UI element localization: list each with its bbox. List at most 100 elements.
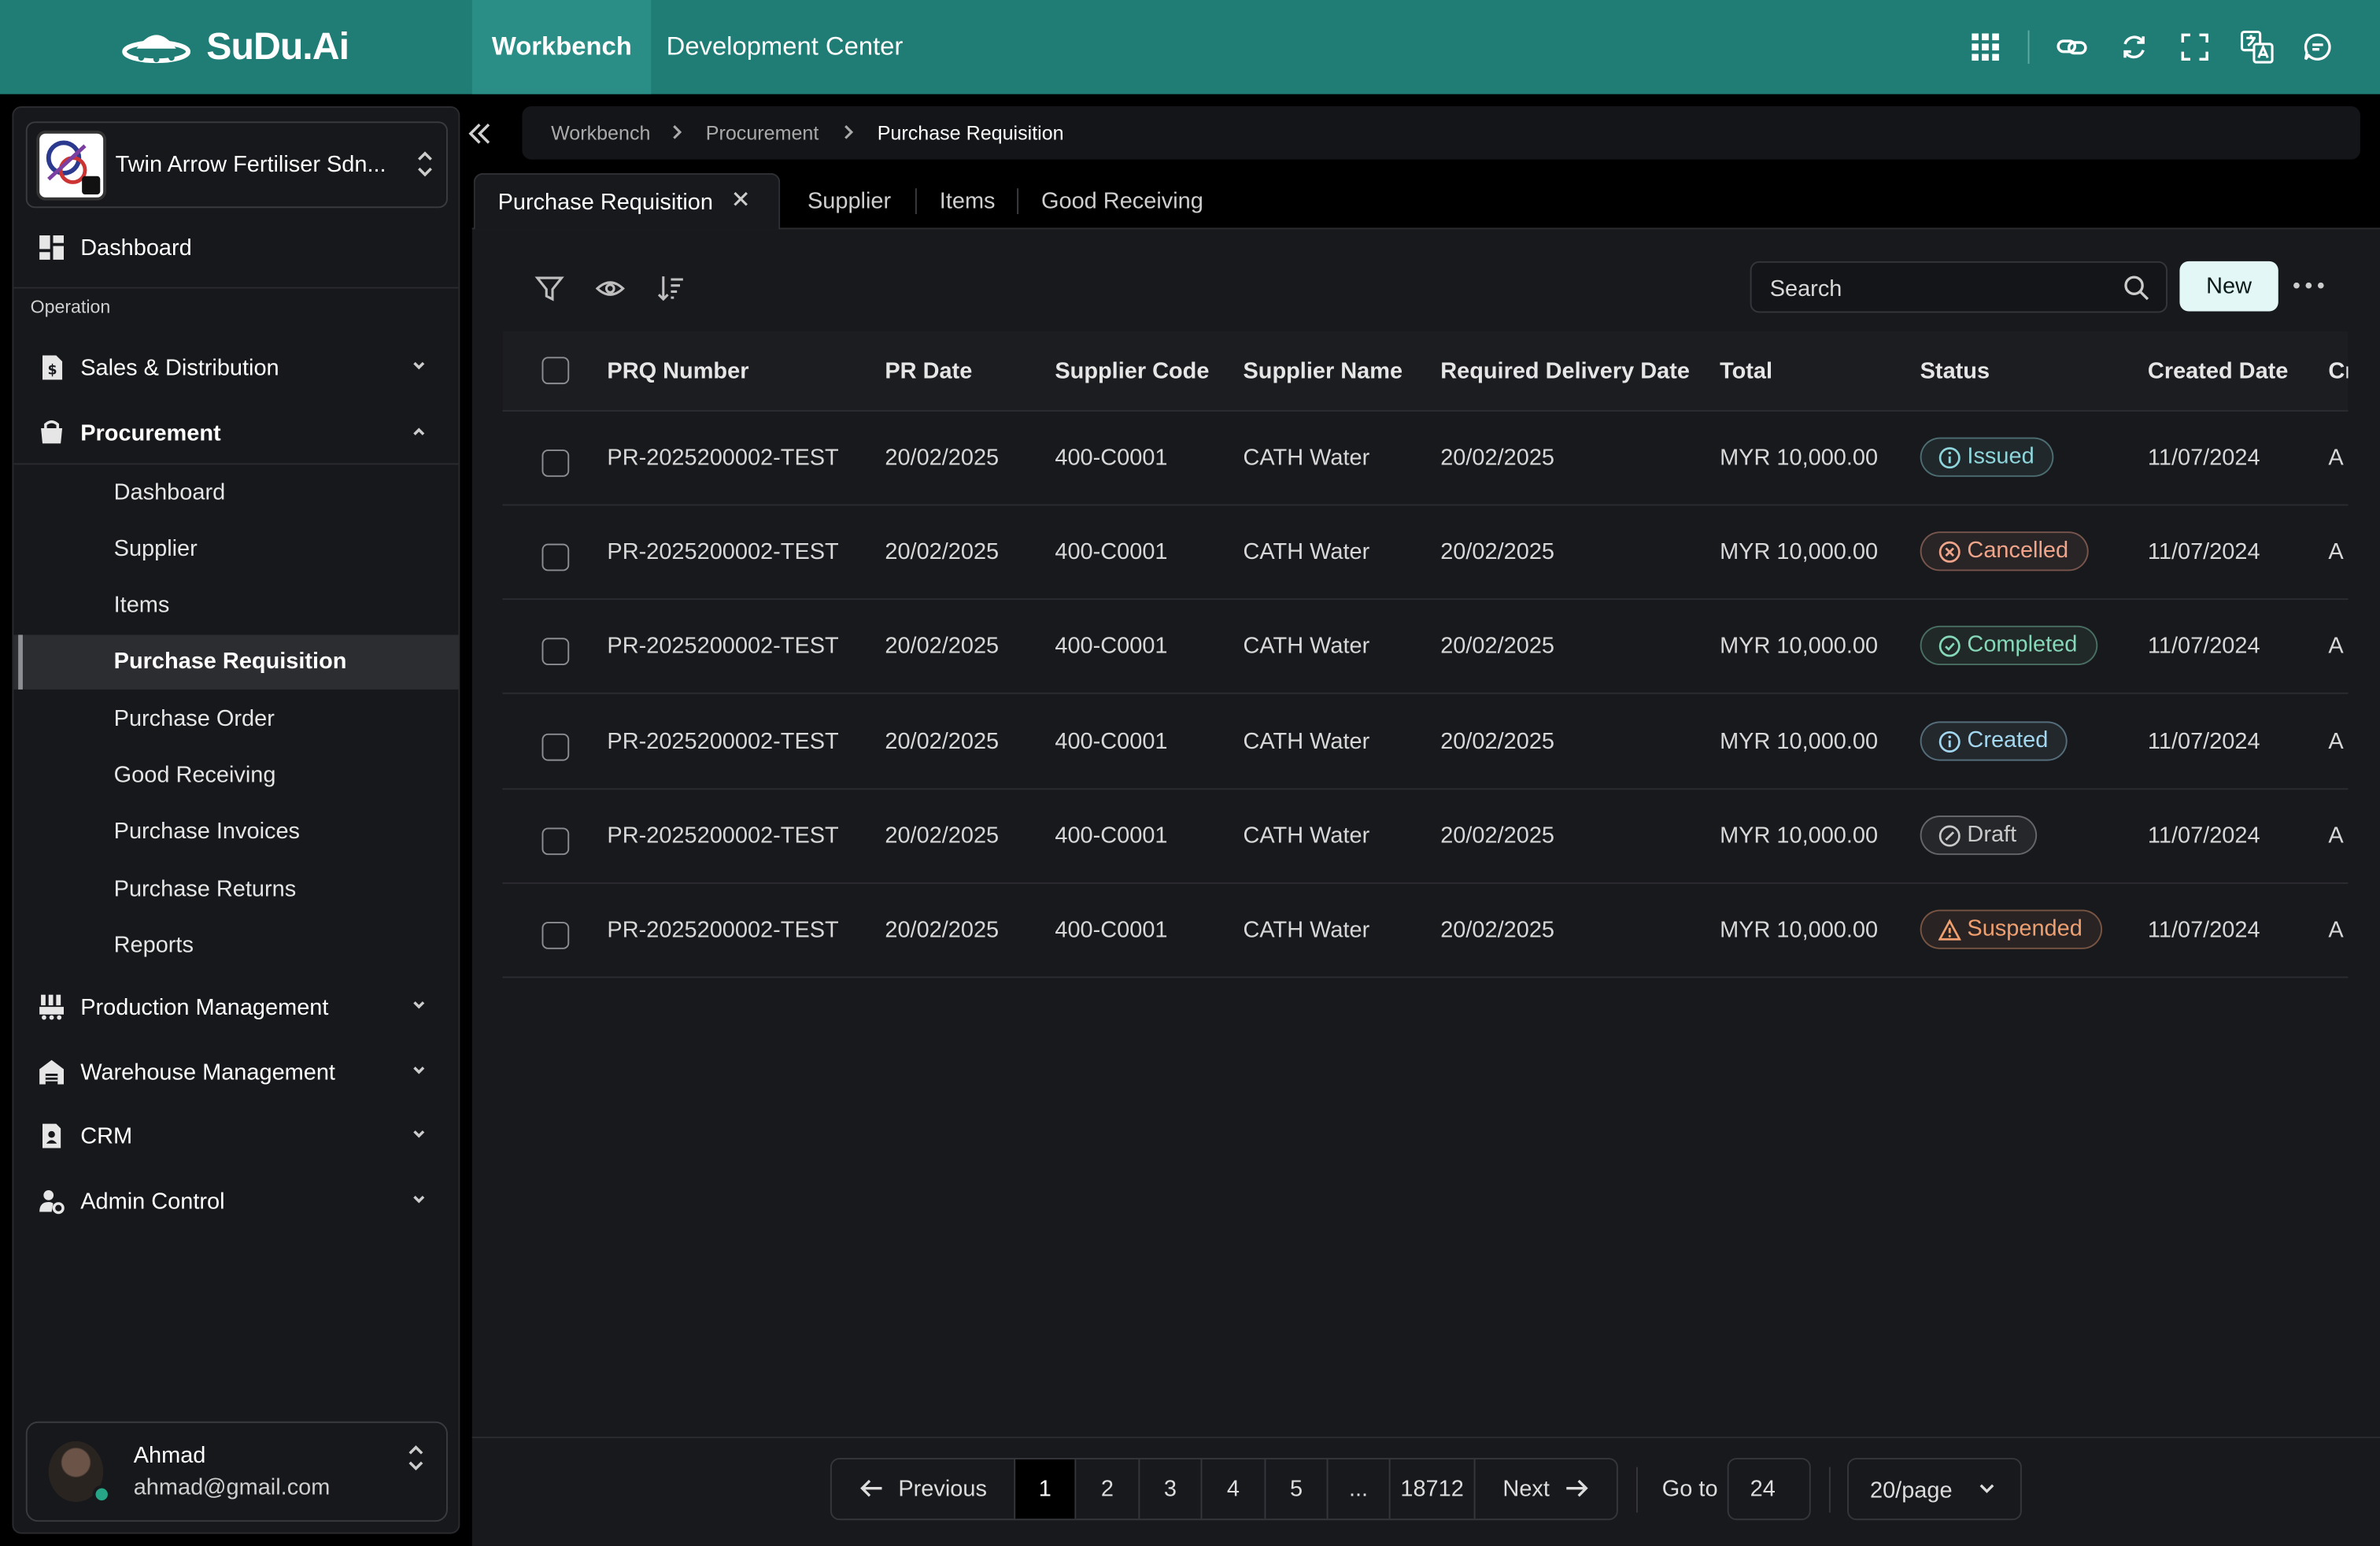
page-button-4[interactable]: 4: [1202, 1459, 1266, 1519]
column-header-required-delivery-date[interactable]: Required Delivery Date: [1440, 358, 1690, 384]
subitem-label: Items: [113, 592, 170, 619]
sort-icon[interactable]: [656, 273, 686, 304]
page-ellipsis[interactable]: ...: [1328, 1459, 1391, 1519]
page-button-2[interactable]: 2: [1076, 1459, 1140, 1519]
pr-date-cell: 20/02/2025: [885, 539, 1000, 566]
sidebar-subitem-items[interactable]: Items: [13, 579, 458, 633]
supplier-code-cell: 400-C0001: [1055, 728, 1168, 755]
row-checkbox[interactable]: [541, 733, 570, 760]
eye-icon[interactable]: [595, 273, 626, 304]
row-checkbox[interactable]: [541, 827, 570, 855]
sidebar-item-production-management[interactable]: Production Management: [13, 979, 458, 1034]
sidebar-subitem-good-receiving[interactable]: Good Receiving: [13, 749, 458, 803]
filter-icon[interactable]: [534, 273, 565, 304]
table-row[interactable]: PR-2025200002-TEST 20/02/2025 400-C0001 CAT…: [502, 506, 2349, 601]
next-page-button[interactable]: Next: [1476, 1459, 1617, 1518]
breadcrumb-item[interactable]: Workbench: [551, 121, 650, 144]
more-options-icon[interactable]: [2292, 270, 2328, 301]
chat-icon[interactable]: [2300, 29, 2336, 65]
sidebar-subitem-purchase-returns[interactable]: Purchase Returns: [13, 863, 458, 917]
breadcrumb-item[interactable]: Procurement: [706, 121, 819, 144]
table-row[interactable]: PR-2025200002-TEST 20/02/2025 400-C0001 CAT…: [502, 695, 2349, 790]
prq-number-cell: PR-2025200002-TEST: [607, 728, 839, 755]
sidebar-item-dashboard[interactable]: Dashboard: [13, 220, 458, 275]
column-header-created-by[interactable]: Cr: [2328, 358, 2348, 384]
sidebar-item-warehouse-management[interactable]: Warehouse Management: [13, 1045, 458, 1099]
column-header-supplier-code[interactable]: Supplier Code: [1055, 358, 1209, 384]
refresh-icon[interactable]: [2116, 29, 2152, 65]
goto-page-input[interactable]: [1727, 1458, 1811, 1521]
new-button[interactable]: New: [2179, 261, 2278, 312]
page-button-5[interactable]: 5: [1266, 1459, 1329, 1519]
supplier-code-cell: 400-C0001: [1055, 539, 1168, 566]
sidebar-item-sales-distribution[interactable]: $ Sales & Distribution: [13, 340, 458, 394]
table-row[interactable]: PR-2025200002-TEST 20/02/2025 400-C0001 CAT…: [502, 790, 2349, 884]
page-button-1[interactable]: 1: [1015, 1459, 1077, 1519]
chevron-down-icon: [413, 1067, 425, 1074]
chevron-up-down-icon: [408, 1445, 423, 1471]
column-header-status[interactable]: Status: [1920, 358, 1990, 384]
created-date-cell: 11/07/2024: [2147, 823, 2260, 849]
supplier-name-cell: CATH Water: [1243, 917, 1370, 944]
column-header-supplier-name[interactable]: Supplier Name: [1243, 358, 1402, 384]
collapse-sidebar-button[interactable]: [464, 118, 497, 151]
warehouse-icon: [39, 1060, 64, 1085]
page-button-last[interactable]: 18712: [1391, 1459, 1476, 1519]
table-row[interactable]: PR-2025200002-TEST 20/02/2025 400-C0001 CAT…: [502, 412, 2349, 506]
prq-number-cell: PR-2025200002-TEST: [607, 445, 839, 472]
user-profile[interactable]: Ahmad ahmad@gmail.com: [25, 1421, 448, 1522]
sidebar-subitem-dashboard[interactable]: Dashboard: [13, 466, 458, 520]
page-button-3[interactable]: 3: [1140, 1459, 1203, 1519]
column-header-created-date[interactable]: Created Date: [2148, 358, 2288, 384]
sidebar-item-crm[interactable]: CRM: [13, 1108, 458, 1163]
nav-tab-workbench[interactable]: Workbench: [471, 0, 652, 94]
prq-number-cell: PR-2025200002-TEST: [607, 917, 839, 944]
sidebar-subitem-reports[interactable]: Reports: [13, 919, 458, 973]
column-header-total[interactable]: Total: [1720, 358, 1772, 384]
page-size-select[interactable]: 20/page: [1847, 1458, 2022, 1521]
tab-separator: [915, 188, 917, 215]
created-by-cell: A: [2328, 445, 2344, 472]
prq-number-cell: PR-2025200002-TEST: [607, 823, 839, 849]
sidebar-subitem-purchase-invoices[interactable]: Purchase Invoices: [13, 805, 458, 860]
search-icon[interactable]: [2123, 275, 2149, 301]
tab-purchase-requisition[interactable]: Purchase Requisition: [473, 172, 781, 230]
sidebar-item-label: Warehouse Management: [80, 1059, 335, 1086]
chevron-down-icon: [1979, 1484, 1994, 1493]
created-by-cell: A: [2328, 823, 2344, 849]
row-checkbox[interactable]: [541, 638, 570, 666]
pagination-separator: [1635, 1466, 1638, 1513]
column-header-pr-date[interactable]: PR Date: [885, 358, 972, 384]
chevron-up-icon: [413, 427, 425, 435]
org-switcher[interactable]: Twin Arrow Fertiliser Sdn...: [25, 121, 448, 209]
link-icon[interactable]: [2053, 29, 2090, 65]
total-cell: MYR 10,000.00: [1720, 917, 1879, 944]
sidebar-item-admin-control[interactable]: Admin Control: [13, 1174, 458, 1228]
table-row[interactable]: PR-2025200002-TEST 20/02/2025 400-C0001 CAT…: [502, 601, 2349, 695]
sidebar-subitem-purchase-order[interactable]: Purchase Order: [13, 693, 458, 747]
row-checkbox[interactable]: [541, 449, 570, 477]
app-root: SuDu.Ai Workbench Development Center Twi…: [0, 0, 2380, 1546]
sidebar-item-procurement[interactable]: Procurement: [13, 405, 458, 460]
translate-icon[interactable]: [2239, 29, 2275, 65]
nav-tab-development-center[interactable]: Development Center: [647, 0, 923, 94]
previous-page-button[interactable]: Previous: [832, 1459, 1016, 1519]
column-header-prq-number[interactable]: PRQ Number: [607, 358, 748, 384]
select-all-checkbox[interactable]: [541, 357, 570, 385]
search-input[interactable]: [1769, 273, 2104, 304]
supplier-code-cell: 400-C0001: [1055, 823, 1168, 849]
sidebar-subitem-purchase-requisition[interactable]: Purchase Requisition: [13, 634, 459, 690]
brand-logo[interactable]: SuDu.Ai: [121, 21, 349, 73]
chevron-right-icon: [673, 125, 682, 139]
close-icon[interactable]: [730, 188, 752, 209]
table-row[interactable]: PR-2025200002-TEST 20/02/2025 400-C0001 CAT…: [502, 884, 2349, 978]
contact-icon: [42, 1123, 61, 1148]
supplier-name-cell: CATH Water: [1243, 823, 1370, 849]
row-checkbox[interactable]: [541, 544, 570, 571]
fullscreen-icon[interactable]: [2177, 29, 2213, 65]
brand-name: SuDu.Ai: [206, 24, 349, 68]
apps-grid-icon[interactable]: [1967, 29, 2003, 65]
next-label: Next: [1502, 1476, 1550, 1503]
row-checkbox[interactable]: [541, 922, 570, 949]
sidebar-subitem-supplier[interactable]: Supplier: [13, 523, 458, 577]
